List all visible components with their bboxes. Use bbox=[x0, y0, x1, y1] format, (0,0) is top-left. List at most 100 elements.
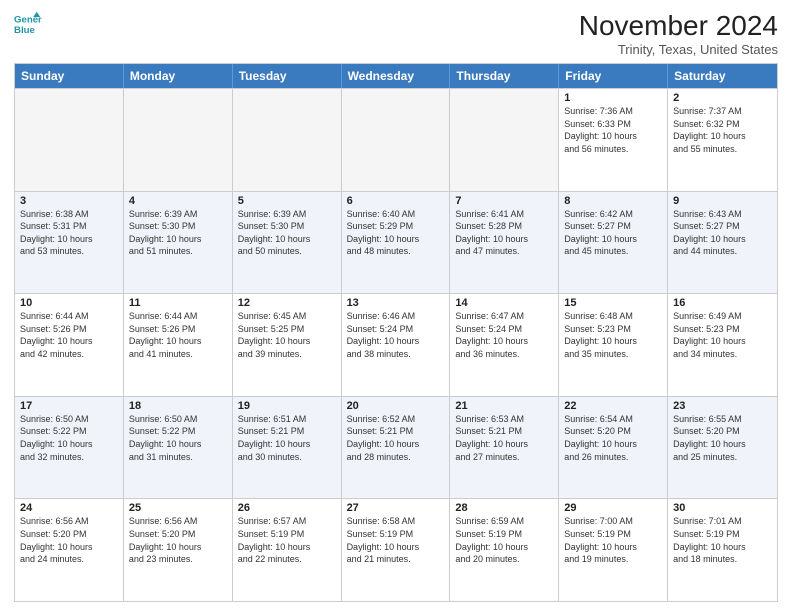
calendar-cell: 6Sunrise: 6:40 AM Sunset: 5:29 PM Daylig… bbox=[342, 192, 451, 294]
calendar-cell: 19Sunrise: 6:51 AM Sunset: 5:21 PM Dayli… bbox=[233, 397, 342, 499]
day-number: 2 bbox=[673, 92, 772, 104]
day-number: 14 bbox=[455, 297, 553, 309]
calendar-header: SundayMondayTuesdayWednesdayThursdayFrid… bbox=[15, 64, 777, 88]
day-info: Sunrise: 6:57 AM Sunset: 5:19 PM Dayligh… bbox=[238, 515, 336, 565]
calendar-cell: 24Sunrise: 6:56 AM Sunset: 5:20 PM Dayli… bbox=[15, 499, 124, 601]
calendar-body: 1Sunrise: 7:36 AM Sunset: 6:33 PM Daylig… bbox=[15, 88, 777, 601]
day-info: Sunrise: 6:48 AM Sunset: 5:23 PM Dayligh… bbox=[564, 310, 662, 360]
day-number: 1 bbox=[564, 92, 662, 104]
calendar-cell: 21Sunrise: 6:53 AM Sunset: 5:21 PM Dayli… bbox=[450, 397, 559, 499]
day-info: Sunrise: 6:52 AM Sunset: 5:21 PM Dayligh… bbox=[347, 413, 445, 463]
day-number: 23 bbox=[673, 400, 772, 412]
calendar-cell: 16Sunrise: 6:49 AM Sunset: 5:23 PM Dayli… bbox=[668, 294, 777, 396]
day-number: 25 bbox=[129, 502, 227, 514]
day-info: Sunrise: 6:40 AM Sunset: 5:29 PM Dayligh… bbox=[347, 208, 445, 258]
day-info: Sunrise: 7:36 AM Sunset: 6:33 PM Dayligh… bbox=[564, 105, 662, 155]
day-number: 27 bbox=[347, 502, 445, 514]
day-info: Sunrise: 6:49 AM Sunset: 5:23 PM Dayligh… bbox=[673, 310, 772, 360]
day-info: Sunrise: 6:46 AM Sunset: 5:24 PM Dayligh… bbox=[347, 310, 445, 360]
header-day-sunday: Sunday bbox=[15, 64, 124, 88]
day-info: Sunrise: 6:39 AM Sunset: 5:30 PM Dayligh… bbox=[129, 208, 227, 258]
header: General Blue November 2024 Trinity, Texa… bbox=[14, 10, 778, 57]
day-number: 16 bbox=[673, 297, 772, 309]
day-info: Sunrise: 7:37 AM Sunset: 6:32 PM Dayligh… bbox=[673, 105, 772, 155]
calendar-cell: 26Sunrise: 6:57 AM Sunset: 5:19 PM Dayli… bbox=[233, 499, 342, 601]
day-number: 10 bbox=[20, 297, 118, 309]
calendar-cell: 20Sunrise: 6:52 AM Sunset: 5:21 PM Dayli… bbox=[342, 397, 451, 499]
day-number: 7 bbox=[455, 195, 553, 207]
day-number: 4 bbox=[129, 195, 227, 207]
calendar-cell: 13Sunrise: 6:46 AM Sunset: 5:24 PM Dayli… bbox=[342, 294, 451, 396]
day-info: Sunrise: 6:50 AM Sunset: 5:22 PM Dayligh… bbox=[20, 413, 118, 463]
calendar-cell bbox=[124, 89, 233, 191]
day-number: 12 bbox=[238, 297, 336, 309]
day-info: Sunrise: 6:44 AM Sunset: 5:26 PM Dayligh… bbox=[20, 310, 118, 360]
day-number: 29 bbox=[564, 502, 662, 514]
day-number: 13 bbox=[347, 297, 445, 309]
calendar-cell: 7Sunrise: 6:41 AM Sunset: 5:28 PM Daylig… bbox=[450, 192, 559, 294]
calendar-row-1: 1Sunrise: 7:36 AM Sunset: 6:33 PM Daylig… bbox=[15, 88, 777, 191]
day-number: 24 bbox=[20, 502, 118, 514]
day-info: Sunrise: 6:45 AM Sunset: 5:25 PM Dayligh… bbox=[238, 310, 336, 360]
day-info: Sunrise: 7:00 AM Sunset: 5:19 PM Dayligh… bbox=[564, 515, 662, 565]
day-info: Sunrise: 6:58 AM Sunset: 5:19 PM Dayligh… bbox=[347, 515, 445, 565]
day-info: Sunrise: 6:51 AM Sunset: 5:21 PM Dayligh… bbox=[238, 413, 336, 463]
day-info: Sunrise: 6:56 AM Sunset: 5:20 PM Dayligh… bbox=[20, 515, 118, 565]
header-day-tuesday: Tuesday bbox=[233, 64, 342, 88]
day-number: 15 bbox=[564, 297, 662, 309]
logo: General Blue bbox=[14, 10, 42, 38]
day-number: 9 bbox=[673, 195, 772, 207]
calendar-cell: 3Sunrise: 6:38 AM Sunset: 5:31 PM Daylig… bbox=[15, 192, 124, 294]
day-info: Sunrise: 6:53 AM Sunset: 5:21 PM Dayligh… bbox=[455, 413, 553, 463]
calendar-cell: 15Sunrise: 6:48 AM Sunset: 5:23 PM Dayli… bbox=[559, 294, 668, 396]
header-day-monday: Monday bbox=[124, 64, 233, 88]
logo-icon: General Blue bbox=[14, 10, 42, 38]
day-info: Sunrise: 6:50 AM Sunset: 5:22 PM Dayligh… bbox=[129, 413, 227, 463]
day-info: Sunrise: 6:47 AM Sunset: 5:24 PM Dayligh… bbox=[455, 310, 553, 360]
month-title: November 2024 bbox=[579, 10, 778, 42]
header-day-wednesday: Wednesday bbox=[342, 64, 451, 88]
day-number: 19 bbox=[238, 400, 336, 412]
header-day-saturday: Saturday bbox=[668, 64, 777, 88]
calendar-cell bbox=[15, 89, 124, 191]
day-info: Sunrise: 6:44 AM Sunset: 5:26 PM Dayligh… bbox=[129, 310, 227, 360]
calendar-cell: 5Sunrise: 6:39 AM Sunset: 5:30 PM Daylig… bbox=[233, 192, 342, 294]
day-number: 21 bbox=[455, 400, 553, 412]
day-number: 17 bbox=[20, 400, 118, 412]
day-number: 20 bbox=[347, 400, 445, 412]
day-info: Sunrise: 6:56 AM Sunset: 5:20 PM Dayligh… bbox=[129, 515, 227, 565]
day-info: Sunrise: 6:55 AM Sunset: 5:20 PM Dayligh… bbox=[673, 413, 772, 463]
location: Trinity, Texas, United States bbox=[579, 42, 778, 57]
day-info: Sunrise: 6:41 AM Sunset: 5:28 PM Dayligh… bbox=[455, 208, 553, 258]
page: General Blue November 2024 Trinity, Texa… bbox=[0, 0, 792, 612]
day-number: 28 bbox=[455, 502, 553, 514]
calendar-cell: 2Sunrise: 7:37 AM Sunset: 6:32 PM Daylig… bbox=[668, 89, 777, 191]
calendar-row-3: 10Sunrise: 6:44 AM Sunset: 5:26 PM Dayli… bbox=[15, 293, 777, 396]
calendar-cell: 28Sunrise: 6:59 AM Sunset: 5:19 PM Dayli… bbox=[450, 499, 559, 601]
day-number: 6 bbox=[347, 195, 445, 207]
title-block: November 2024 Trinity, Texas, United Sta… bbox=[579, 10, 778, 57]
calendar-row-2: 3Sunrise: 6:38 AM Sunset: 5:31 PM Daylig… bbox=[15, 191, 777, 294]
calendar-cell bbox=[342, 89, 451, 191]
calendar-cell: 29Sunrise: 7:00 AM Sunset: 5:19 PM Dayli… bbox=[559, 499, 668, 601]
day-number: 11 bbox=[129, 297, 227, 309]
calendar-cell: 4Sunrise: 6:39 AM Sunset: 5:30 PM Daylig… bbox=[124, 192, 233, 294]
calendar-row-4: 17Sunrise: 6:50 AM Sunset: 5:22 PM Dayli… bbox=[15, 396, 777, 499]
calendar-cell: 22Sunrise: 6:54 AM Sunset: 5:20 PM Dayli… bbox=[559, 397, 668, 499]
calendar-cell bbox=[450, 89, 559, 191]
day-number: 30 bbox=[673, 502, 772, 514]
calendar-cell: 10Sunrise: 6:44 AM Sunset: 5:26 PM Dayli… bbox=[15, 294, 124, 396]
calendar-cell: 25Sunrise: 6:56 AM Sunset: 5:20 PM Dayli… bbox=[124, 499, 233, 601]
day-info: Sunrise: 6:42 AM Sunset: 5:27 PM Dayligh… bbox=[564, 208, 662, 258]
day-number: 8 bbox=[564, 195, 662, 207]
calendar-row-5: 24Sunrise: 6:56 AM Sunset: 5:20 PM Dayli… bbox=[15, 498, 777, 601]
day-info: Sunrise: 6:38 AM Sunset: 5:31 PM Dayligh… bbox=[20, 208, 118, 258]
day-info: Sunrise: 6:39 AM Sunset: 5:30 PM Dayligh… bbox=[238, 208, 336, 258]
day-number: 26 bbox=[238, 502, 336, 514]
calendar-cell: 8Sunrise: 6:42 AM Sunset: 5:27 PM Daylig… bbox=[559, 192, 668, 294]
calendar-cell: 17Sunrise: 6:50 AM Sunset: 5:22 PM Dayli… bbox=[15, 397, 124, 499]
svg-text:Blue: Blue bbox=[14, 25, 35, 36]
day-number: 22 bbox=[564, 400, 662, 412]
calendar-cell: 30Sunrise: 7:01 AM Sunset: 5:19 PM Dayli… bbox=[668, 499, 777, 601]
calendar: SundayMondayTuesdayWednesdayThursdayFrid… bbox=[14, 63, 778, 602]
